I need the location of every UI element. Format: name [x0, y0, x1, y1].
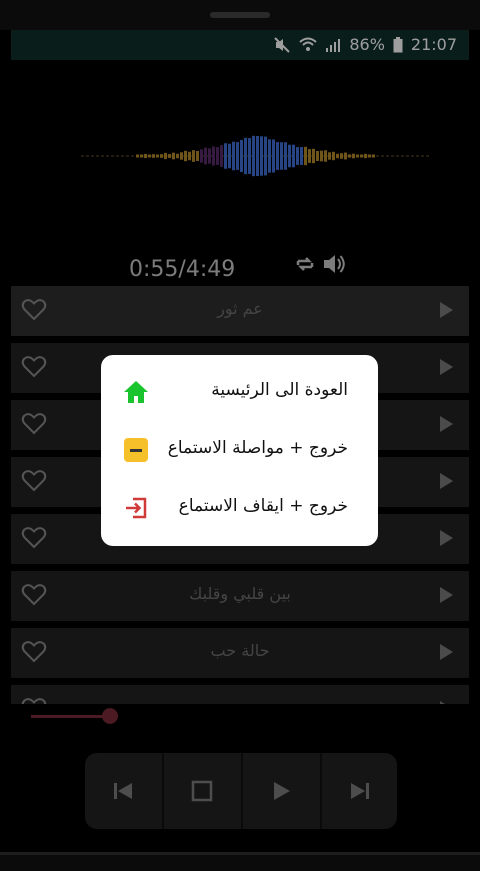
exit-dialog: العودة الى الرئيسية خروج + مواصلة الاستم… — [101, 355, 378, 546]
phone-top-bezel — [0, 0, 480, 30]
app-screen: 86% 21:07 0:55/4:49 عم ثور بين قلبي وقلب… — [11, 30, 469, 852]
go-home-option[interactable]: العودة الى الرئيسية — [101, 367, 378, 417]
exit-stop-label: خروج + ايقاف الاستماع — [178, 496, 348, 516]
home-icon — [123, 379, 149, 405]
go-home-label: العودة الى الرئيسية — [211, 380, 348, 400]
bottom-edge — [0, 852, 480, 855]
exit-icon — [123, 495, 149, 521]
exit-stop-option[interactable]: خروج + ايقاف الاستماع — [101, 483, 378, 533]
minimize-icon — [123, 437, 149, 463]
speaker-grille — [210, 12, 270, 18]
exit-continue-label: خروج + مواصلة الاستماع — [167, 438, 348, 458]
exit-continue-option[interactable]: خروج + مواصلة الاستماع — [101, 425, 378, 475]
